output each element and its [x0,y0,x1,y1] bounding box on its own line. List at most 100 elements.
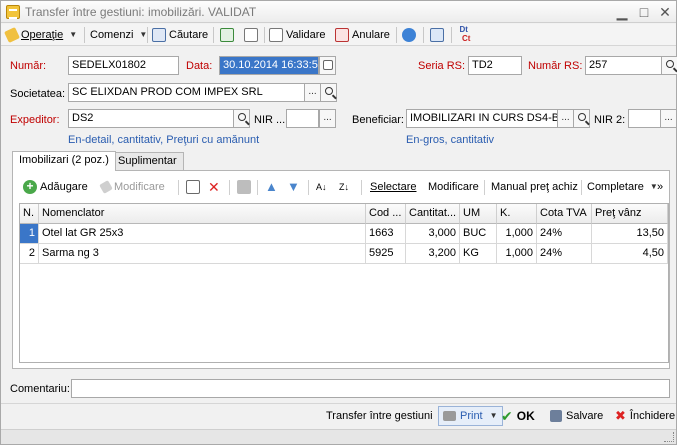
message-button[interactable] [402,26,416,44]
expeditor-search-button[interactable] [233,109,250,128]
selectare-button[interactable]: Selectare [370,177,416,197]
table-row-cell[interactable]: 3,000 [406,224,460,244]
modificare-bulk-button[interactable]: Modificare [428,177,479,197]
nir2-input[interactable] [628,109,661,128]
nir2-browse-button[interactable]: ... [660,109,677,128]
validare-button[interactable]: Validare [269,26,326,44]
table-row-cell[interactable]: 13,50 [592,224,668,244]
table-row-cell[interactable]: 2 [20,244,39,264]
manual-pret-button[interactable]: Manual preţ achiz [491,177,578,197]
dt-ct-button[interactable]: Dt Ct [457,25,471,43]
arrow-up-icon: ▲ [265,179,278,194]
table-row-cell[interactable]: 1663 [366,224,406,244]
toolbar-separator [451,27,452,43]
comenzi-menu[interactable]: Comenzi ▼ [90,26,147,44]
table-row-cell[interactable]: 5925 [366,244,406,264]
societatea-search-button[interactable] [320,83,337,102]
operatie-menu[interactable]: Operaţie ▼ [4,26,77,44]
societatea-label: Societatea: [10,88,66,100]
print-label: Print [460,410,483,422]
resize-grip-icon[interactable] [664,432,674,442]
beneficiar-search-button[interactable] [573,109,590,128]
print-button[interactable]: Print ▼ [438,406,503,426]
table-row-cell[interactable]: 24% [537,224,592,244]
delete-row-button[interactable]: ✕ [208,177,220,197]
beneficiar-note: En-gros, cantitativ [406,134,495,146]
table-row-cell[interactable]: 1,000 [497,244,537,264]
search-window-icon [152,28,166,42]
refresh-button[interactable] [220,26,234,44]
column-header-cota-tva[interactable]: Cota TVA [537,204,592,224]
salvare-button[interactable]: Salvare [550,405,603,427]
table-row-cell[interactable]: 3,200 [406,244,460,264]
calendar-button[interactable] [319,56,336,75]
more-tools-button[interactable]: » [657,177,663,197]
move-up-button[interactable]: ▲ [265,177,278,197]
expeditor-note: En-detail, cantitativ, Preţuri cu amănun… [68,134,260,146]
table-row-cell[interactable]: 24% [537,244,592,264]
completare-menu[interactable]: Completare ▼ [587,177,658,197]
tab-imobilizari[interactable]: Imobilizari (2 poz.) [12,151,116,171]
numar-input[interactable]: SEDELX01802 [68,56,179,75]
beneficiar-browse-button[interactable]: ... [557,109,574,128]
seria-rs-input[interactable]: TD2 [468,56,522,75]
table-row-cell[interactable]: 4,50 [592,244,668,264]
nir-browse-button[interactable]: ... [319,109,336,128]
comentariu-input[interactable] [71,379,670,398]
maximize-button[interactable]: □ [634,3,654,21]
chevron-double-right-icon: » [657,181,664,193]
status-bar [1,429,676,444]
column-header-cantitate[interactable]: Cantitat... [406,204,460,224]
chevron-down-icon: ▼ [489,411,498,420]
ok-button[interactable]: ✔ OK [501,405,535,427]
new-document-button[interactable] [244,26,258,44]
column-header-k[interactable]: K. [497,204,537,224]
data-input[interactable]: 30.10.2014 16:33:57 [219,56,319,75]
adaugare-button[interactable]: + Adăugare [23,177,88,197]
transfer-menu[interactable]: Transfer între gestiuni [326,405,433,427]
pencil-icon [4,27,20,43]
window-title: Transfer între gestiuni: imobilizări. VA… [25,5,257,19]
expeditor-input[interactable]: DS2 [68,109,234,128]
close-button[interactable]: ✕ [655,3,675,21]
move-down-button[interactable]: ▼ [287,177,300,197]
close-red-icon: ✖ [615,408,626,423]
table-row-cell[interactable]: 1,000 [497,224,537,244]
societatea-input[interactable]: SC ELIXDAN PROD COM IMPEX SRL [68,83,305,102]
sort-ascending-button[interactable]: A↓ [316,177,327,197]
salvare-label: Salvare [566,410,604,422]
toolbar-separator [361,180,362,195]
modificare-button[interactable]: Modificare [99,177,165,197]
column-header-nomenclator[interactable]: Nomenclator [39,204,366,224]
table-row-cell[interactable]: Sarma ng 3 [39,244,366,264]
filter-button[interactable] [430,26,444,44]
column-header-um[interactable]: UM [460,204,497,224]
toolbar-separator [581,180,582,195]
numar-rs-search-button[interactable] [661,56,677,75]
validare-label: Validare [286,29,326,41]
column-header-cod[interactable]: Cod ... [366,204,406,224]
table-row-cell[interactable]: KG [460,244,497,264]
add-document-icon [244,28,258,42]
table-row-cell[interactable]: 1 [20,224,39,244]
filter-icon [430,28,444,42]
inchidere-button[interactable]: ✖ Închidere [615,405,675,427]
sort-descending-button[interactable]: Z↓ [339,177,349,197]
beneficiar-input[interactable]: IMOBILIZARI IN CURS DS4-B [406,109,558,128]
save-icon [550,410,562,422]
numar-rs-input[interactable]: 257 [585,56,662,75]
beneficiar-label: Beneficiar: [352,114,404,126]
column-header-pret-vanz[interactable]: Preţ vânz [592,204,668,224]
save-row-button[interactable] [237,177,251,197]
column-header-n[interactable]: N. [20,204,39,224]
table-row-cell[interactable]: BUC [460,224,497,244]
cautare-button[interactable]: Căutare [152,26,208,44]
copy-row-button[interactable] [186,177,200,197]
tab-suplimentar[interactable]: Suplimentar [111,152,184,170]
anulare-label: Anulare [352,29,390,41]
minimize-button[interactable]: ▁ [612,3,632,21]
societatea-browse-button[interactable]: ... [304,83,321,102]
table-row-cell[interactable]: Otel lat GR 25x3 [39,224,366,244]
anulare-button[interactable]: Anulare [335,26,390,44]
nir-input[interactable] [286,109,319,128]
